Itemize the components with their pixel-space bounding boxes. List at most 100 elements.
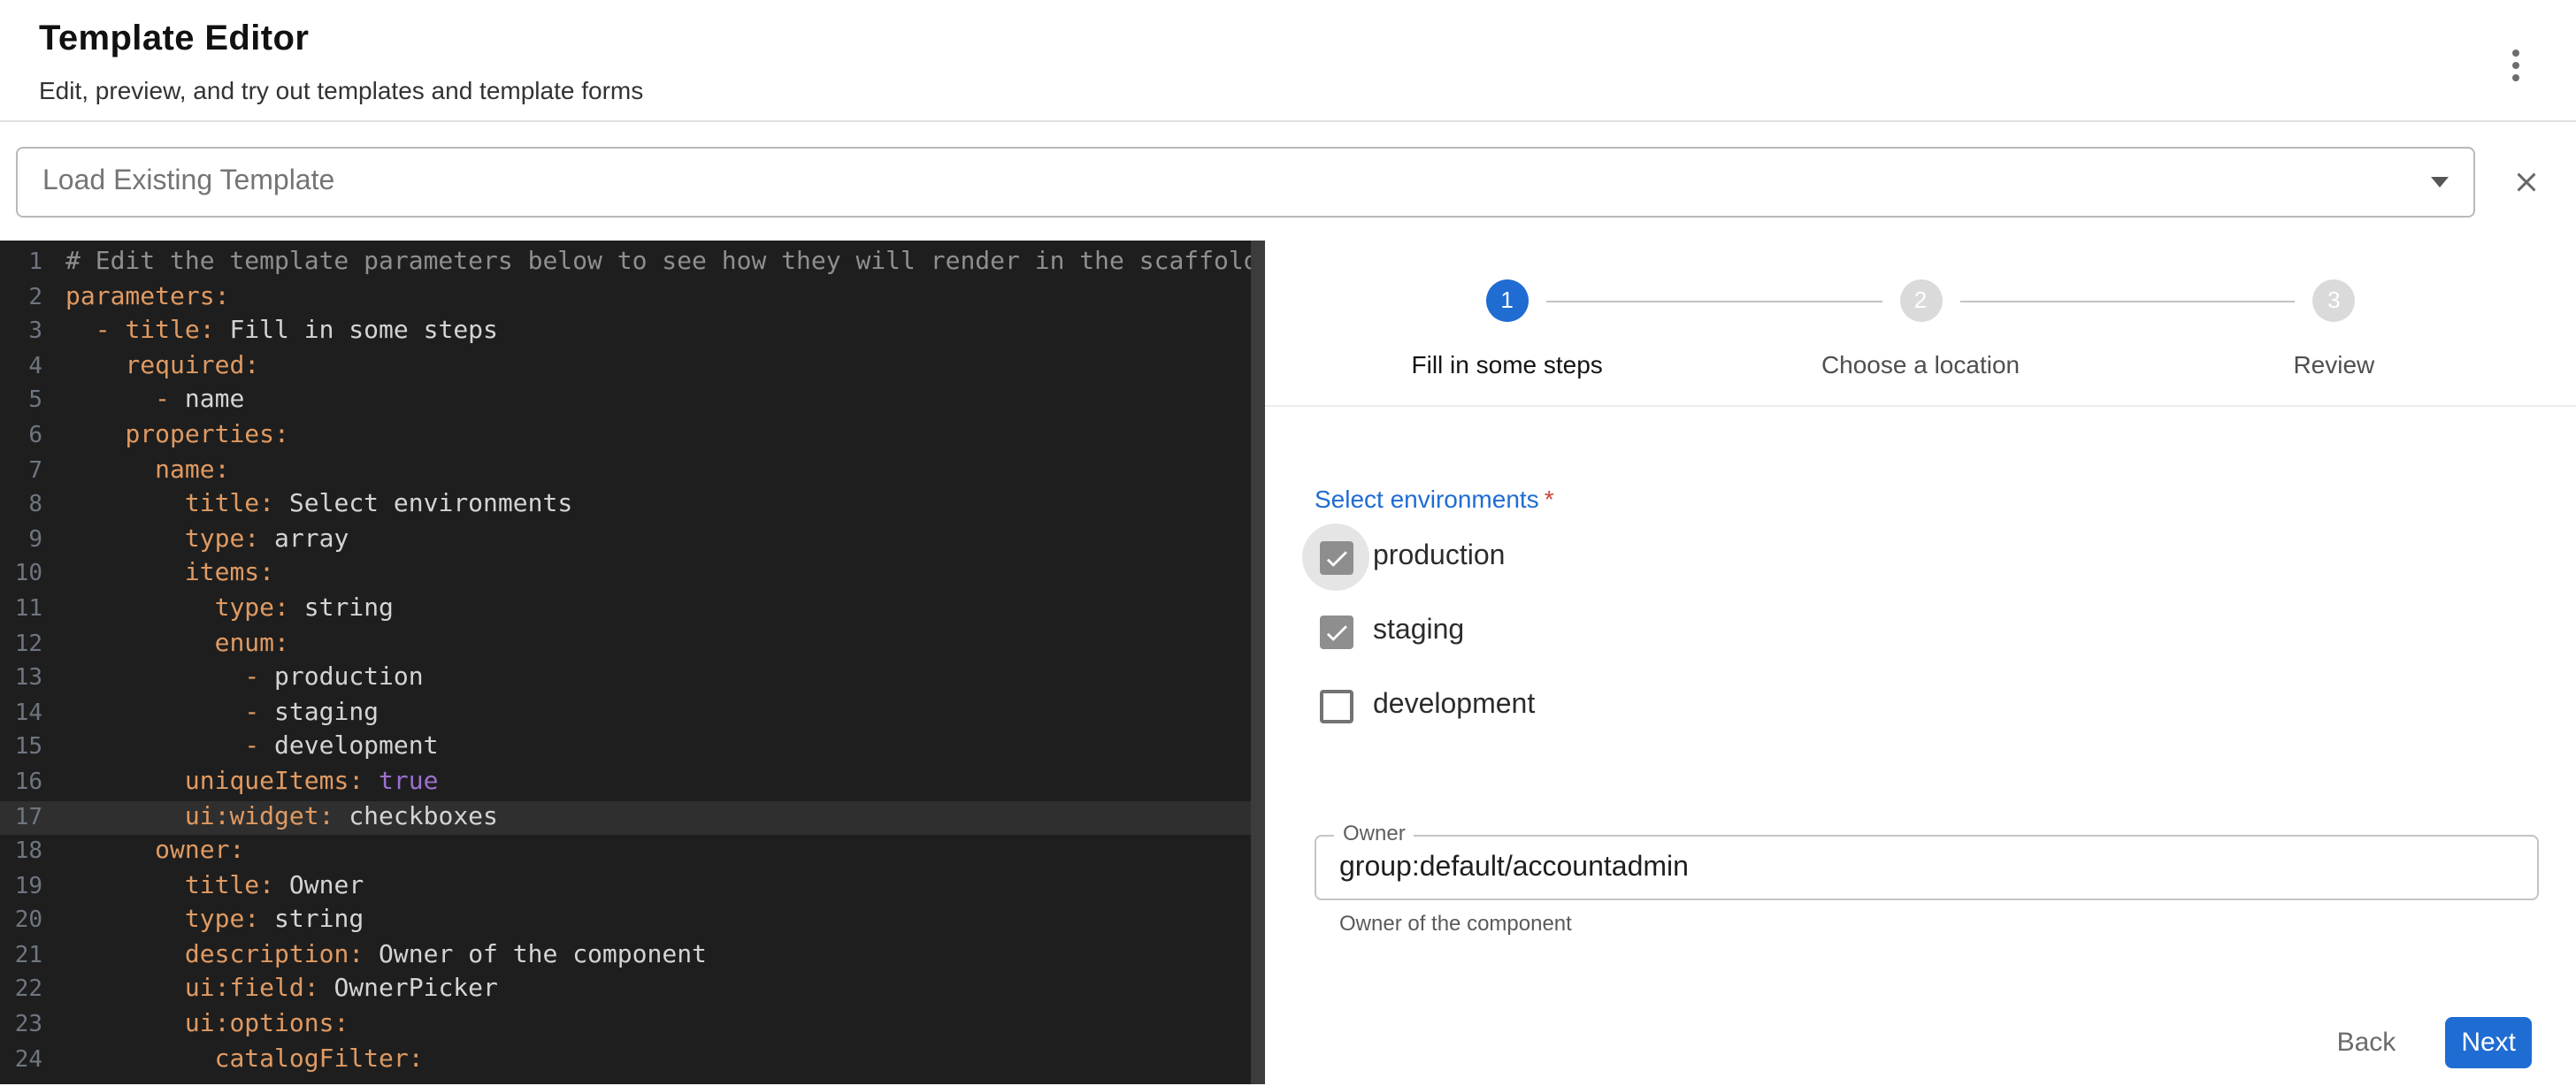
page-title: Template Editor: [39, 0, 2576, 60]
load-template-select[interactable]: Load Existing Template: [16, 147, 2475, 218]
page-header: Template Editor Edit, preview, and try o…: [0, 0, 2576, 122]
line-number: 4: [0, 350, 42, 385]
line-number: 3: [0, 315, 42, 349]
checkbox-unchecked-icon[interactable]: [1319, 689, 1353, 723]
checkbox-row[interactable]: staging: [1315, 594, 2539, 669]
code-line[interactable]: 24 catalogFilter:: [0, 1043, 1251, 1077]
line-number: 2: [0, 280, 42, 315]
code-line-content: uniqueItems: true: [65, 766, 439, 800]
code-line[interactable]: 18 owner:: [0, 835, 1251, 869]
line-number: 6: [0, 419, 42, 454]
code-line[interactable]: 13 - production: [0, 662, 1251, 696]
code-line[interactable]: 5 - name: [0, 385, 1251, 419]
code-line-content: title: Select environments: [65, 488, 572, 523]
code-line[interactable]: 11 type: string: [0, 593, 1251, 627]
code-line[interactable]: 10 items:: [0, 558, 1251, 593]
line-number: 10: [0, 558, 42, 593]
close-icon-glyph: [2510, 166, 2542, 198]
code-line[interactable]: 9 type: array: [0, 524, 1251, 558]
line-number: 11: [0, 593, 42, 627]
checkbox-row[interactable]: development: [1315, 669, 2539, 743]
checkbox-label: development: [1373, 690, 1535, 722]
code-line[interactable]: 8 title: Select environments: [0, 488, 1251, 523]
split-divider[interactable]: [1251, 241, 1265, 1084]
code-line-content: name:: [65, 454, 229, 488]
code-line[interactable]: 16 uniqueItems: true: [0, 766, 1251, 800]
code-line-content: enum:: [65, 627, 289, 662]
code-line-content: type: array: [65, 524, 349, 558]
checkbox-label: staging: [1373, 616, 1464, 647]
code-line-content: - staging: [65, 696, 379, 730]
wizard-actions: Back Next: [2334, 1017, 2532, 1068]
code-line[interactable]: 3 - title: Fill in some steps: [0, 315, 1251, 349]
checkbox-checked-icon[interactable]: [1319, 615, 1353, 648]
required-asterisk: *: [1545, 485, 1554, 513]
load-template-placeholder: Load Existing Template: [42, 166, 334, 198]
owner-input[interactable]: [1315, 835, 2539, 900]
owner-helper-text: Owner of the component: [1339, 911, 2539, 936]
code-line[interactable]: 21 description: Owner of the component: [0, 939, 1251, 974]
code-line[interactable]: 4 required:: [0, 350, 1251, 385]
line-number: 12: [0, 627, 42, 662]
code-line-content: - title: Fill in some steps: [65, 315, 498, 349]
dropdown-caret-icon: [2431, 177, 2449, 187]
step-label: Review: [2128, 350, 2541, 379]
check-icon: [1321, 542, 1351, 572]
code-line-content: description: Owner of the component: [65, 939, 707, 974]
stepper-step[interactable]: 1Fill in some steps: [1300, 279, 1714, 379]
code-line-content: parameters:: [65, 280, 229, 315]
code-line-content: - name: [65, 385, 244, 419]
preview-panel: 1Fill in some steps2Choose a location 3 Re…: [1265, 241, 2576, 1084]
code-line[interactable]: 19 title: Owner: [0, 869, 1251, 904]
code-editor[interactable]: 1# Edit the template parameters below to…: [0, 241, 1251, 1084]
stepper-step[interactable]: 3 Review: [2128, 279, 2541, 379]
line-number: 17: [0, 800, 42, 835]
code-line-content: items:: [65, 558, 274, 593]
line-number: 5: [0, 385, 42, 419]
step-number-icon: 3: [2312, 279, 2355, 322]
checkbox-checked-icon[interactable]: [1319, 540, 1353, 574]
line-number: 16: [0, 766, 42, 800]
step-label: Choose a location: [1714, 350, 2127, 379]
line-number: 22: [0, 974, 42, 1008]
owner-field: Owner: [1315, 835, 2539, 900]
code-line-content: required:: [65, 350, 259, 385]
close-icon[interactable]: [2504, 161, 2547, 203]
environment-checkbox-list: production staging development: [1315, 520, 2539, 743]
line-number: 14: [0, 696, 42, 730]
code-line[interactable]: 15 - development: [0, 731, 1251, 766]
line-number: 1: [0, 246, 42, 280]
code-line[interactable]: 2 parameters:: [0, 280, 1251, 315]
code-line[interactable]: 22 ui:field: OwnerPicker: [0, 974, 1251, 1008]
code-line[interactable]: 12 enum:: [0, 627, 1251, 662]
checkbox-label: production: [1373, 541, 1505, 573]
next-button[interactable]: Next: [2445, 1017, 2532, 1068]
template-editor-app: Template Editor Edit, preview, and try o…: [0, 0, 2576, 1086]
owner-field-label: Owner: [1334, 821, 1414, 845]
code-line[interactable]: 7 name:: [0, 454, 1251, 488]
code-line-content: - production: [65, 662, 424, 696]
code-line[interactable]: 17 ui:widget: checkboxes: [0, 800, 1251, 835]
kebab-menu-icon[interactable]: [2502, 48, 2530, 83]
code-line[interactable]: 6 properties:: [0, 419, 1251, 454]
code-line-content: title: Owner: [65, 869, 364, 904]
line-number: 7: [0, 454, 42, 488]
code-line[interactable]: 23 ui:options:: [0, 1008, 1251, 1043]
code-line[interactable]: 1# Edit the template parameters below to…: [0, 246, 1251, 280]
line-number: 15: [0, 731, 42, 766]
checkbox-row[interactable]: production: [1315, 520, 2539, 594]
line-number: 18: [0, 835, 42, 869]
code-line-content: ui:widget: checkboxes: [65, 800, 498, 835]
code-line-content: type: string: [65, 593, 394, 627]
code-line-content: catalogFilter:: [65, 1043, 424, 1077]
line-number: 19: [0, 869, 42, 904]
line-number: 20: [0, 905, 42, 939]
code-line[interactable]: 20 type: string: [0, 905, 1251, 939]
line-number: 24: [0, 1043, 42, 1077]
checkbox-wrap: [1302, 598, 1369, 665]
stepper-step[interactable]: 2Choose a location: [1714, 279, 2127, 379]
back-button[interactable]: Back: [2334, 1021, 2400, 1065]
select-environments-text: Select environments: [1315, 485, 1539, 513]
code-line[interactable]: 14 - staging: [0, 696, 1251, 730]
main-split: 1# Edit the template parameters below to…: [0, 241, 2576, 1084]
